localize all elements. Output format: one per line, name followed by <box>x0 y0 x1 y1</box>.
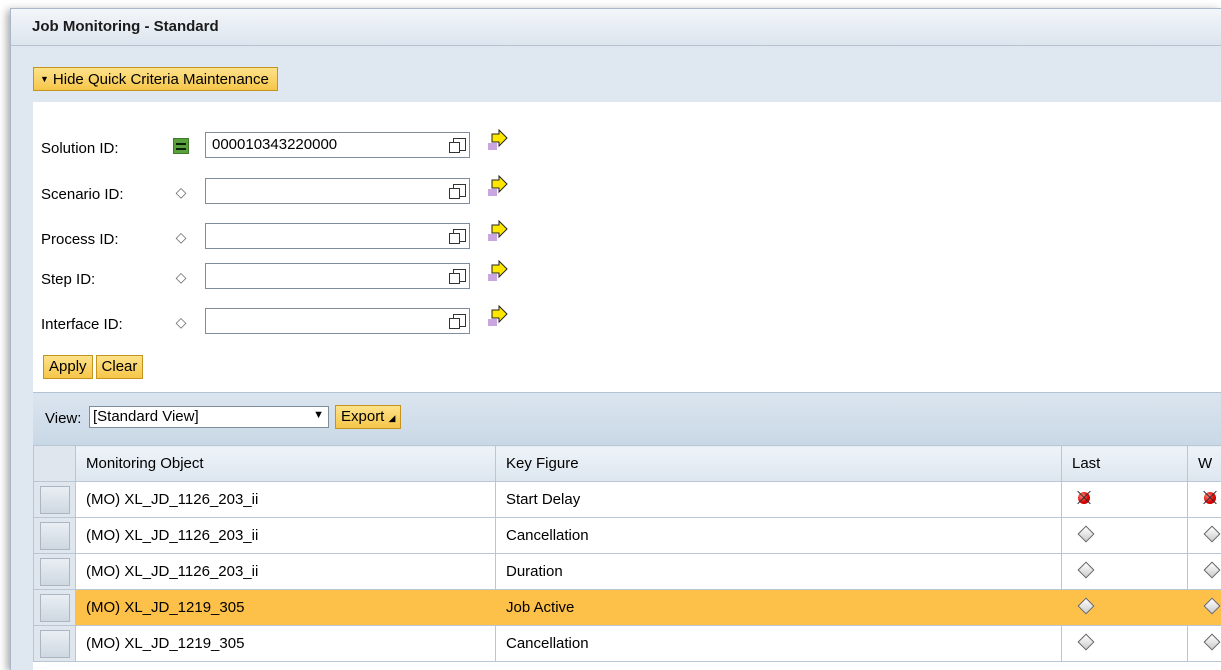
selection-option-diamond-icon[interactable]: ◇ <box>173 269 189 285</box>
multiple-selection-arrow-icon[interactable] <box>486 305 510 329</box>
row-selector[interactable] <box>34 482 76 518</box>
row-selector[interactable] <box>34 518 76 554</box>
window-title: Job Monitoring - Standard <box>32 18 219 35</box>
key-figure-cell: Cancellation <box>496 518 1062 554</box>
solution-id-input[interactable]: 000010343220000 <box>205 132 470 158</box>
table-row[interactable]: (MO) XL_JD_1219_305 Cancellation <box>34 626 1221 662</box>
w-status-cell <box>1188 518 1221 554</box>
table-row-selected[interactable]: (MO) XL_JD_1219_305 Job Active <box>34 590 1221 626</box>
table-header-row: Monitoring Object Key Figure Last W <box>34 446 1221 482</box>
red-alert-icon <box>1204 492 1216 504</box>
last-status-cell <box>1062 626 1188 662</box>
clear-button[interactable]: Clear <box>96 355 144 379</box>
gray-diamond-icon <box>1078 526 1095 543</box>
gray-diamond-icon <box>1078 634 1095 651</box>
row-selector[interactable] <box>34 626 76 662</box>
criteria-button-row: ApplyClear <box>43 355 146 379</box>
table-row[interactable]: (MO) XL_JD_1126_203_ii Start Delay <box>34 482 1221 518</box>
table-row[interactable]: (MO) XL_JD_1126_203_ii Cancellation <box>34 518 1221 554</box>
export-menu-triangle-icon: ◢ <box>389 413 396 423</box>
export-label: Export <box>341 408 384 425</box>
last-status-cell <box>1062 482 1188 518</box>
w-status-cell <box>1188 482 1221 518</box>
monitoring-object-cell: (MO) XL_JD_1126_203_ii <box>76 554 496 590</box>
gray-diamond-icon <box>1204 526 1221 543</box>
last-status-cell <box>1062 554 1188 590</box>
column-header-key-figure[interactable]: Key Figure <box>496 446 1062 482</box>
criteria-panel: Solution ID: 000010343220000 Scenario ID… <box>33 102 1221 392</box>
monitoring-table: Monitoring Object Key Figure Last W (MO)… <box>33 445 1221 670</box>
value-help-icon[interactable] <box>453 184 466 197</box>
column-header-last[interactable]: Last <box>1062 446 1188 482</box>
selection-option-diamond-icon[interactable]: ◇ <box>173 229 189 245</box>
chevron-down-icon: ▼ <box>313 409 324 421</box>
monitoring-object-cell: (MO) XL_JD_1126_203_ii <box>76 482 496 518</box>
job-monitoring-window: Job Monitoring - Standard ▼ Hide Quick Cr… <box>10 8 1221 670</box>
row-selector[interactable] <box>34 554 76 590</box>
view-select-value: [Standard View] <box>93 408 199 425</box>
multiple-selection-arrow-icon[interactable] <box>486 260 510 284</box>
solution-id-label: Solution ID: <box>41 140 119 157</box>
gray-diamond-icon <box>1204 634 1221 651</box>
scenario-id-input[interactable] <box>205 178 470 204</box>
apply-button[interactable]: Apply <box>43 355 93 379</box>
triangle-down-icon: ▼ <box>40 74 49 84</box>
step-id-input[interactable] <box>205 263 470 289</box>
hide-quick-criteria-button[interactable]: ▼ Hide Quick Criteria Maintenance <box>33 67 278 91</box>
key-figure-cell: Start Delay <box>496 482 1062 518</box>
interface-id-input[interactable] <box>205 308 470 334</box>
key-figure-cell: Cancellation <box>496 626 1062 662</box>
select-all-cell[interactable] <box>34 446 76 482</box>
hide-quick-criteria-label: Hide Quick Criteria Maintenance <box>53 71 269 88</box>
export-button[interactable]: Export ◢ <box>335 405 401 429</box>
monitoring-object-cell: (MO) XL_JD_1219_305 <box>76 626 496 662</box>
last-status-cell <box>1062 518 1188 554</box>
multiple-selection-arrow-icon[interactable] <box>486 175 510 199</box>
process-id-label: Process ID: <box>41 231 119 248</box>
monitoring-object-cell: (MO) XL_JD_1219_305 <box>76 590 496 626</box>
step-id-label: Step ID: <box>41 271 95 288</box>
monitoring-object-cell: (MO) XL_JD_1126_203_ii <box>76 518 496 554</box>
selection-option-diamond-icon[interactable]: ◇ <box>173 184 189 200</box>
w-status-cell <box>1188 554 1221 590</box>
multiple-selection-arrow-icon[interactable] <box>486 129 510 153</box>
red-alert-icon <box>1078 492 1090 504</box>
key-figure-cell: Job Active <box>496 590 1062 626</box>
criteria-row-interface: Interface ID: ◇ <box>33 308 553 336</box>
value-help-icon[interactable] <box>453 229 466 242</box>
criteria-row-solution: Solution ID: 000010343220000 <box>33 132 553 160</box>
row-selector[interactable] <box>34 590 76 626</box>
gray-diamond-icon <box>1204 598 1221 615</box>
process-id-input[interactable] <box>205 223 470 249</box>
key-figure-cell: Duration <box>496 554 1062 590</box>
value-help-icon[interactable] <box>453 269 466 282</box>
interface-id-label: Interface ID: <box>41 316 123 333</box>
view-label: View: <box>45 410 81 427</box>
selection-option-diamond-icon[interactable]: ◇ <box>173 314 189 330</box>
w-status-cell <box>1188 590 1221 626</box>
gray-diamond-icon <box>1078 562 1095 579</box>
last-status-cell <box>1062 590 1188 626</box>
view-select[interactable]: [Standard View] ▼ <box>89 406 329 428</box>
multiple-selection-arrow-icon[interactable] <box>486 220 510 244</box>
title-bar: Job Monitoring - Standard <box>11 9 1221 46</box>
table-toolbar: View: [Standard View] ▼ Export ◢ <box>33 392 1221 445</box>
equals-selection-icon[interactable] <box>173 138 189 154</box>
column-header-monitoring-object[interactable]: Monitoring Object <box>76 446 496 482</box>
table-row[interactable]: (MO) XL_JD_1126_203_ii Duration <box>34 554 1221 590</box>
gray-diamond-icon <box>1204 562 1221 579</box>
column-header-w[interactable]: W <box>1188 446 1221 482</box>
value-help-icon[interactable] <box>453 314 466 327</box>
value-help-icon[interactable] <box>453 138 466 151</box>
scenario-id-label: Scenario ID: <box>41 186 124 203</box>
criteria-row-process: Process ID: ◇ <box>33 223 553 251</box>
gray-diamond-icon <box>1078 598 1095 615</box>
w-status-cell <box>1188 626 1221 662</box>
criteria-row-step: Step ID: ◇ <box>33 263 553 291</box>
criteria-row-scenario: Scenario ID: ◇ <box>33 178 553 206</box>
